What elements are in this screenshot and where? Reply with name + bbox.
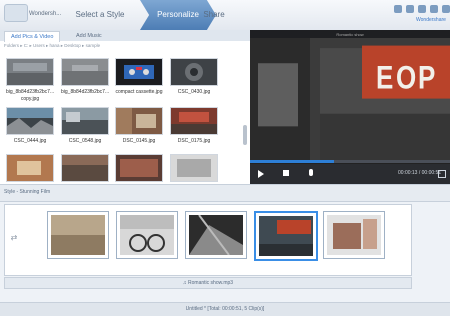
media-item[interactable] xyxy=(6,154,54,184)
media-scrollbar[interactable] xyxy=(243,125,247,145)
player-controls: 00:00:13 / 00:00:51 xyxy=(250,164,450,184)
tab-add-pics-video[interactable]: Add Pics & Video xyxy=(4,31,61,42)
thumbnail xyxy=(6,58,54,86)
app-name: Wondersh... xyxy=(29,11,62,17)
clip-thumbnail xyxy=(120,215,174,255)
status-text: Untitled * [Total: 00:00:51, 5 Clip(s)] xyxy=(185,306,265,312)
clip-thumbnail xyxy=(327,215,381,255)
media-caption: CSC_0548.jpg xyxy=(68,138,102,144)
minimize-icon[interactable] xyxy=(430,5,438,13)
thumbnail xyxy=(115,154,163,182)
thumbnail xyxy=(115,58,163,86)
media-panel: Add Pics & Video Add Music Folders ▸ C: … xyxy=(0,30,251,184)
progress-fill xyxy=(250,160,334,163)
media-caption-line2: copy.jpg xyxy=(20,96,40,102)
style-bar: Style - Stunning Film xyxy=(0,184,450,202)
step-select-style[interactable]: Select a Style xyxy=(60,0,140,30)
brand-label: Wondershare xyxy=(416,17,446,23)
step-share[interactable]: Share xyxy=(196,0,232,30)
media-item[interactable]: CSC_0444.jpg xyxy=(6,107,54,144)
timeline-side-panel xyxy=(412,204,450,274)
timeline-clip[interactable] xyxy=(47,211,109,259)
thumbnail xyxy=(61,58,109,86)
music-label: ♫ Romantic show.mp3 xyxy=(182,280,234,286)
media-item[interactable]: compact cassette.jpg xyxy=(115,58,163,95)
help-icon[interactable] xyxy=(394,5,402,13)
clip-thumbnail xyxy=(259,216,313,256)
app-logo-icon xyxy=(4,4,28,22)
fullscreen-icon[interactable] xyxy=(438,170,446,178)
time-readout: 00:00:13 / 00:00:51 xyxy=(398,170,442,176)
media-caption: big_8b84d23fb2bc7... xyxy=(6,89,55,95)
media-caption: DSC_0145.jpg xyxy=(122,138,156,144)
media-item[interactable]: DSC_0175.jpg xyxy=(170,107,218,144)
media-item[interactable]: CSC_0430.jpg xyxy=(170,58,218,95)
media-item[interactable] xyxy=(61,154,109,184)
top-header: Wondersh... Select a Style Personalize S… xyxy=(0,0,450,31)
thumbnail xyxy=(170,58,218,86)
video-preview: Romantic show E O P 00:00:13 / 00:00:51 xyxy=(250,30,450,192)
thumbnail xyxy=(170,107,218,135)
progress-track[interactable] xyxy=(250,160,450,163)
media-item[interactable]: CSC_0548.jpg xyxy=(61,107,109,144)
music-track[interactable]: ♫ Romantic show.mp3 xyxy=(4,277,412,289)
thumbnail xyxy=(61,107,109,135)
media-item[interactable] xyxy=(170,154,218,184)
media-caption: big_8b84d23fb2bc7... xyxy=(61,89,110,95)
timeline-left-arrow-icon[interactable]: ⇄ xyxy=(9,231,19,245)
media-item[interactable]: DSC_0145.jpg xyxy=(115,107,163,144)
media-caption: DSC_0175.jpg xyxy=(177,138,211,144)
svg-text:E: E xyxy=(376,60,393,97)
timeline-clip[interactable] xyxy=(185,211,247,259)
timeline-clip-selected[interactable] xyxy=(254,211,318,261)
style-label: Style - Stunning Film xyxy=(4,189,51,195)
svg-text:P: P xyxy=(418,60,435,97)
thumbnail xyxy=(6,154,54,182)
media-item[interactable]: big_8b84d23fb2bc7... xyxy=(61,58,109,95)
timeline-clip[interactable] xyxy=(116,211,178,259)
close-icon[interactable] xyxy=(442,5,450,13)
svg-text:O: O xyxy=(396,60,416,97)
register-icon[interactable] xyxy=(406,5,414,13)
menu-icon[interactable] xyxy=(418,5,426,13)
media-item[interactable]: big_8b84d23fb2bc7... copy.jpg xyxy=(6,58,54,102)
clip-thumbnail xyxy=(51,215,105,255)
tab-add-music[interactable]: Add Music xyxy=(70,31,108,41)
timeline-clip[interactable] xyxy=(323,211,385,259)
media-tabs: Add Pics & Video Add Music xyxy=(0,30,250,42)
thumbnail xyxy=(61,154,109,182)
thumbnail xyxy=(115,107,163,135)
stop-icon[interactable] xyxy=(283,170,289,176)
status-bar: Untitled * [Total: 00:00:51, 5 Clip(s)] xyxy=(0,302,450,316)
media-caption: compact cassette.jpg xyxy=(115,89,163,95)
play-icon[interactable] xyxy=(258,170,264,178)
thumbnail xyxy=(6,107,54,135)
media-caption: CSC_0444.jpg xyxy=(13,138,47,144)
media-caption: CSC_0430.jpg xyxy=(177,89,211,95)
clip-thumbnail xyxy=(189,215,243,255)
thumbnail xyxy=(170,154,218,182)
timeline: ⇄ xyxy=(4,204,412,276)
preview-title: Romantic show xyxy=(336,32,364,37)
folder-breadcrumb[interactable]: Folders ▸ C: ▸ Users ▸ hana ▸ Desktop ▸ … xyxy=(4,43,100,49)
microphone-icon[interactable] xyxy=(309,169,313,176)
media-item[interactable] xyxy=(115,154,163,184)
